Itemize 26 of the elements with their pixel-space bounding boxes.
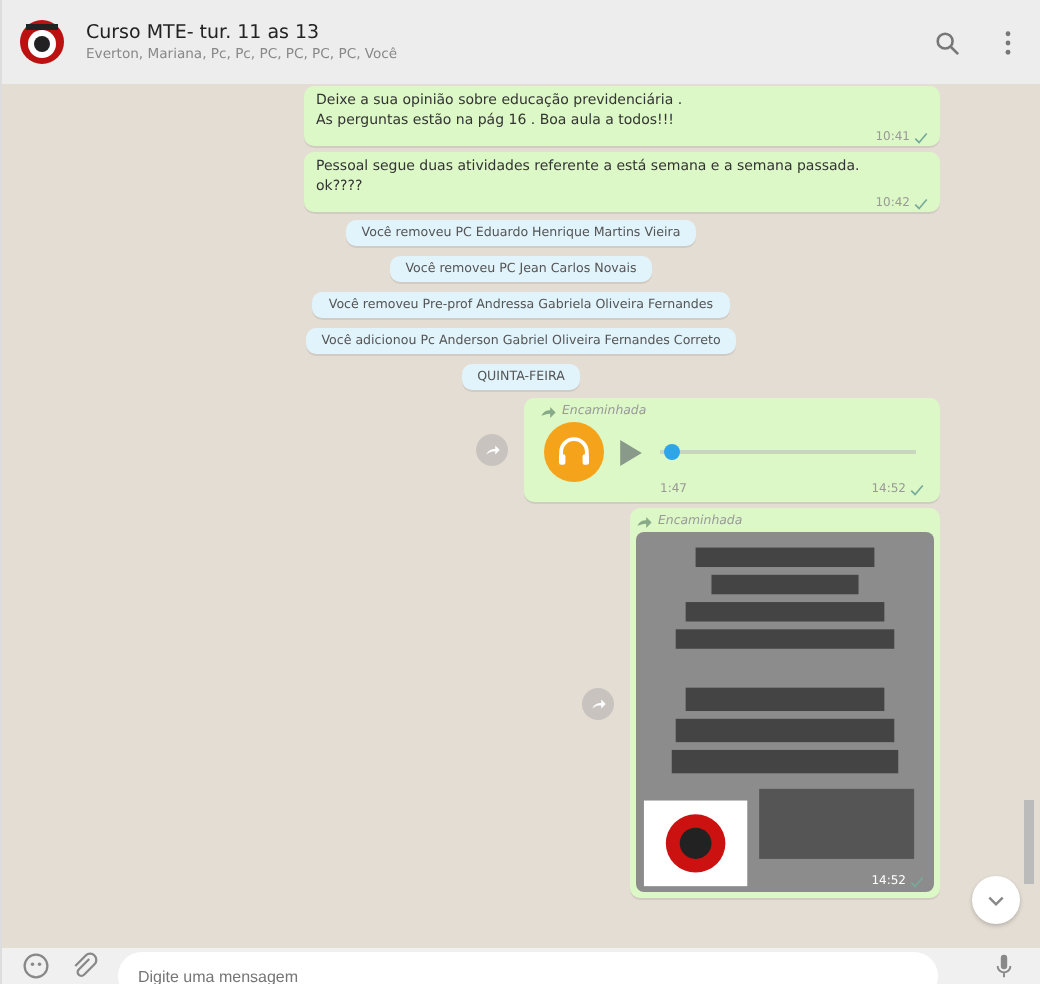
check-icon (914, 131, 928, 143)
search-icon[interactable] (934, 29, 960, 55)
check-icon (914, 197, 928, 209)
forward-button[interactable] (582, 687, 614, 719)
share-icon (589, 695, 607, 711)
play-button[interactable] (620, 438, 644, 466)
forward-button[interactable] (476, 434, 508, 466)
message-input-field[interactable]: Digite uma mensagem (118, 952, 938, 984)
group-avatar-icon[interactable] (18, 18, 66, 66)
scrollbar[interactable] (1024, 800, 1034, 884)
audio-progress-track[interactable] (660, 444, 916, 460)
chevron-down-icon (986, 893, 1006, 907)
audio-progress-thumb[interactable] (664, 444, 681, 460)
scroll-down-button[interactable] (972, 876, 1020, 924)
play-icon (620, 439, 642, 465)
menu-icon[interactable] (1004, 29, 1012, 55)
share-icon (483, 442, 501, 458)
forward-arrow-icon (540, 405, 556, 417)
check-icon (910, 483, 924, 495)
emoji-icon[interactable] (22, 952, 50, 980)
paperclip-icon[interactable] (70, 952, 98, 980)
microphone-icon[interactable] (996, 952, 1012, 980)
check-icon (910, 875, 924, 887)
chat-title[interactable]: Curso MTE- tur. 11 as 13 (86, 22, 890, 44)
headphones-avatar-icon (544, 422, 604, 482)
forward-arrow-icon (636, 515, 652, 527)
